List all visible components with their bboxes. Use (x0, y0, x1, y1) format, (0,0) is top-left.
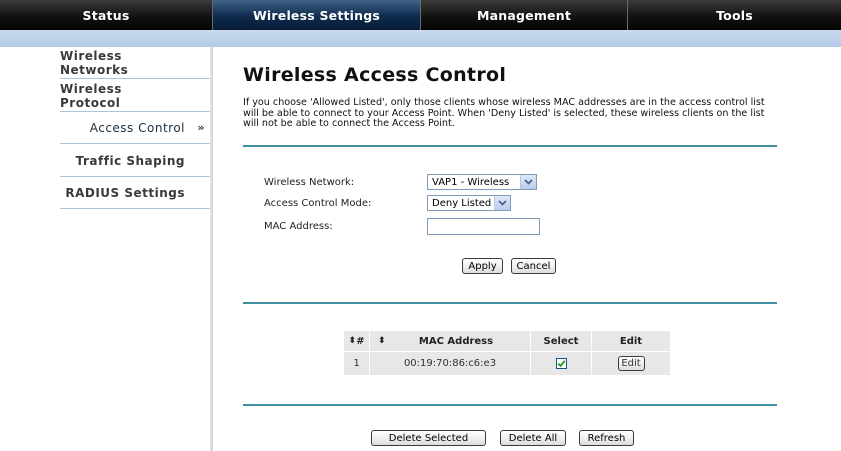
page-description: If you choose 'Allowed Listed', only tho… (243, 97, 765, 129)
sidebar-item-wireless-protocol[interactable]: Wireless Protocol (60, 80, 210, 112)
row-mac-address: 00:19:70:86:c6:e3 (370, 352, 530, 375)
tab-status[interactable]: Status (0, 0, 213, 30)
sidebar-item-label: Wireless Protocol (60, 81, 122, 110)
row-edit-cell: Edit (592, 352, 670, 375)
access-control-mode-select[interactable]: Deny Listed (427, 195, 511, 211)
wireless-network-label: Wireless Network: (264, 177, 355, 188)
index-column-header[interactable]: ⬍ # (344, 331, 369, 351)
section-divider (243, 145, 777, 147)
wireless-network-select[interactable]: VAP1 - Wireless (427, 174, 537, 190)
access-control-mode-label: Access Control Mode: (264, 198, 372, 209)
tab-management[interactable]: Management (421, 0, 628, 30)
sidebar-item-access-control[interactable]: Access Control » (60, 112, 210, 144)
edit-button[interactable]: Edit (617, 356, 645, 371)
top-nav: Status Wireless Settings Management Tool… (0, 0, 841, 30)
chevron-down-icon (520, 175, 536, 189)
double-chevron-right-icon: » (197, 121, 205, 134)
sidebar-divider (210, 47, 213, 451)
cancel-button[interactable]: Cancel (511, 258, 556, 274)
sidebar-item-traffic-shaping[interactable]: Traffic Shaping (60, 145, 210, 177)
select-column-header: Select (531, 331, 591, 351)
sort-icon: ⬍ (378, 336, 386, 346)
mac-address-input[interactable] (427, 218, 540, 235)
page-title: Wireless Access Control (243, 64, 507, 86)
refresh-button[interactable]: Refresh (579, 430, 634, 446)
section-divider (243, 404, 777, 406)
sub-nav-bar (0, 30, 841, 47)
sidebar-item-label: Traffic Shaping (75, 153, 185, 168)
row-select-cell (531, 352, 591, 375)
index-header-label: # (356, 335, 365, 347)
edit-column-header: Edit (592, 331, 670, 351)
sidebar-item-label: Wireless Networks (60, 48, 129, 77)
row-index: 1 (344, 352, 369, 375)
apply-button[interactable]: Apply (462, 258, 503, 274)
access-control-mode-value: Deny Listed (432, 197, 492, 209)
tab-tools[interactable]: Tools (628, 0, 841, 30)
sidebar-item-label: RADIUS Settings (65, 185, 185, 200)
tab-wireless-settings[interactable]: Wireless Settings (213, 0, 421, 30)
wireless-network-value: VAP1 - Wireless (432, 176, 510, 188)
mac-column-header[interactable]: ⬍ MAC Address (370, 331, 530, 351)
mac-table: ⬍ # ⬍ MAC Address Select Edit 1 00:19:70… (343, 330, 671, 376)
chevron-down-icon (494, 196, 510, 210)
mac-header-label: MAC Address (418, 335, 494, 347)
sort-icon: ⬍ (348, 336, 357, 346)
sidebar-item-wireless-networks[interactable]: Wireless Networks (60, 47, 210, 79)
sidebar-item-radius-settings[interactable]: RADIUS Settings (60, 177, 210, 209)
delete-selected-button[interactable]: Delete Selected (371, 430, 486, 446)
table-row: 1 00:19:70:86:c6:e3 Edit (344, 352, 670, 375)
checkmark-icon (557, 359, 565, 367)
section-divider (243, 302, 777, 304)
row-select-checkbox[interactable] (555, 357, 567, 369)
sidebar-item-label: Access Control (89, 120, 185, 135)
delete-all-button[interactable]: Delete All (500, 430, 566, 446)
table-header-row: ⬍ # ⬍ MAC Address Select Edit (344, 331, 670, 351)
mac-address-label: MAC Address: (264, 221, 333, 232)
